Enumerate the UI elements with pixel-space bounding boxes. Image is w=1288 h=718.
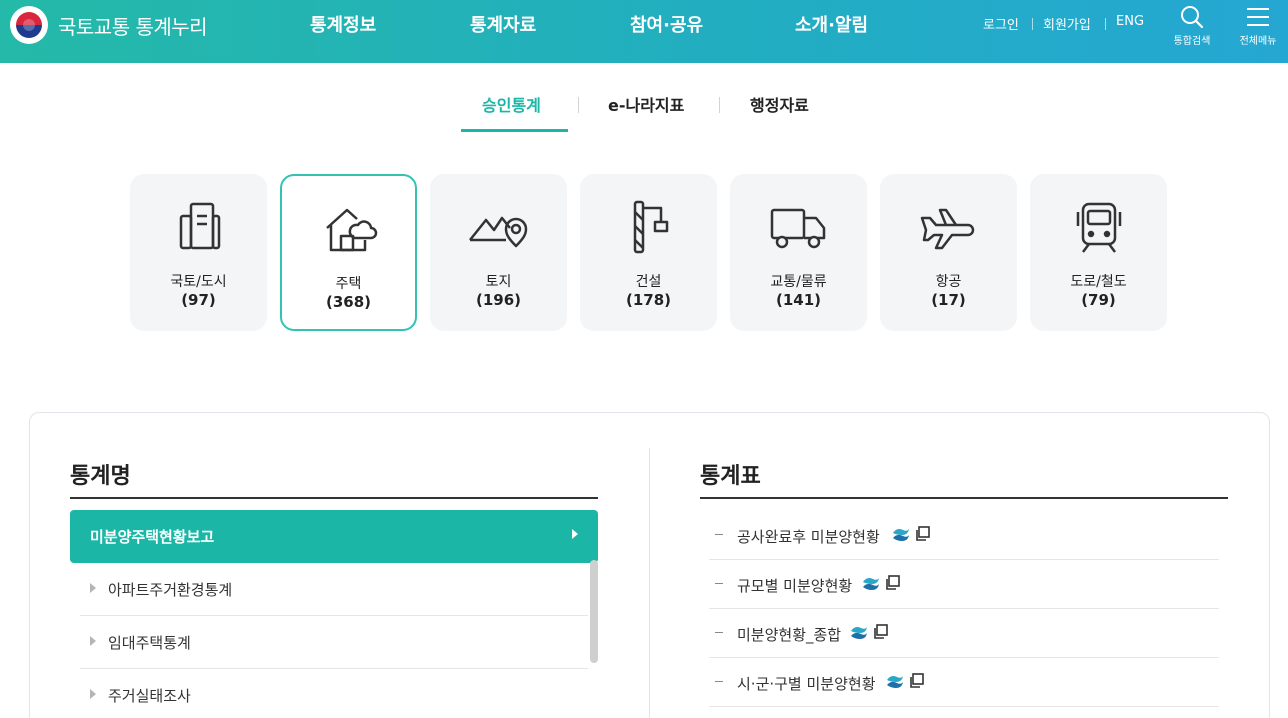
util-divider [1105,18,1106,30]
stat-table-heading: 통계표 [700,464,761,489]
government-emblem-icon [10,6,48,44]
stat-item[interactable]: 아파트주거환경통계 [80,563,588,616]
category-card-land[interactable]: 토지 (196) [430,174,567,331]
stat-item-label: 아파트주거환경통계 [108,581,233,599]
site-title: 국토교통 통계누리 [58,14,208,39]
menu-caption: 전체메뉴 [1239,36,1277,47]
category-count: (79) [1081,291,1116,309]
category-label: 도로/철도 [1070,274,1127,290]
category-label: 교통/물류 [770,274,827,290]
category-label: 주택 [335,276,362,292]
house-icon [325,208,377,252]
category-count: (368) [325,293,372,311]
table-item-label: 미분양현황_종합 [737,626,842,644]
category-label: 토지 [485,274,512,290]
table-list-item[interactable]: 미분양현황_종합 [709,609,1219,658]
caret-right-icon [90,583,96,593]
category-count: (141) [775,291,822,309]
dash-bullet [715,632,723,633]
search-caption: 통합검색 [1173,36,1211,47]
category-card-land-city[interactable]: 국토/도시 (97) [130,174,267,331]
integrated-search-button[interactable]: 통합검색 [1164,4,1220,47]
heading-underline [70,497,598,499]
copy-icon[interactable] [914,525,932,543]
tab-approved-stats[interactable]: 승인통계 [482,92,541,116]
table-item-label: 시·군·구별 미분양현황 [737,675,876,693]
category-card-transport-logistics[interactable]: 교통/물류 (141) [730,174,867,331]
nav-stat-data[interactable]: 통계자료 [470,11,536,37]
english-link[interactable]: ENG [1116,14,1144,29]
stat-item-label: 주거실태조사 [108,687,191,705]
crane-icon [633,200,668,254]
table-list-item[interactable]: 규모별 미분양현황 [709,560,1219,609]
airplane-icon [920,208,974,250]
table-list-item[interactable]: 시·군·구별 미분양현황 [709,658,1219,707]
table-list-item[interactable]: 공사완료후 미분양현황 [709,511,1219,560]
category-card-housing[interactable]: 주택 (368) [280,174,417,331]
category-card-road-rail[interactable]: 도로/철도 (79) [1030,174,1167,331]
caret-right-icon [90,636,96,646]
category-count: (97) [181,291,216,309]
truck-icon [770,208,825,249]
stats-link-icon[interactable] [891,525,911,543]
nav-intro-notice[interactable]: 소개·알림 [795,11,868,37]
stats-link-icon[interactable] [885,672,905,690]
util-divider [1032,18,1033,30]
active-tab-indicator [461,129,568,132]
train-icon [1076,202,1121,253]
category-label: 국토/도시 [170,274,227,290]
table-item-label: 공사완료후 미분양현황 [737,528,880,546]
site-header: 국토교통 통계누리 통계정보 통계자료 참여·공유 소개·알림 로그인 회원가입… [0,0,1288,63]
signup-link[interactable]: 회원가입 [1043,14,1091,33]
building-icon [179,202,220,250]
caret-right-icon [90,689,96,699]
stat-name-heading: 통계명 [70,464,131,489]
category-card-construction[interactable]: 건설 (178) [580,174,717,331]
dash-bullet [715,583,723,584]
login-link[interactable]: 로그인 [983,14,1019,33]
tab-divider [719,97,720,113]
stat-item-active[interactable]: 미분양주택현황보고 [70,510,598,563]
stat-list-scrollbar[interactable] [590,560,598,663]
nav-stat-info[interactable]: 통계정보 [310,11,376,37]
nav-participate-share[interactable]: 참여·공유 [630,11,703,37]
search-icon [1181,6,1204,29]
full-menu-button[interactable]: 전체메뉴 [1230,4,1286,47]
copy-icon[interactable] [908,672,926,690]
column-divider [649,448,650,718]
land-pin-icon [468,216,527,248]
dash-bullet [715,681,723,682]
copy-icon[interactable] [884,574,902,592]
stat-item[interactable]: 주거실태조사 [80,669,588,718]
tab-divider [578,97,579,113]
dash-bullet [715,534,723,535]
copy-icon[interactable] [872,623,890,641]
stats-link-icon[interactable] [849,623,869,641]
category-count: (178) [625,291,672,309]
heading-underline [700,497,1228,499]
stat-item-label: 임대주택통계 [108,634,191,652]
table-item-label: 규모별 미분양현황 [737,577,853,595]
tab-e-nara-index[interactable]: e-나라지표 [608,92,684,116]
hamburger-menu-icon [1247,8,1269,26]
stat-item-label: 미분양주택현황보고 [90,528,215,546]
category-card-aviation[interactable]: 항공 (17) [880,174,1017,331]
stats-link-icon[interactable] [861,574,881,592]
site-logo[interactable]: 국토교통 통계누리 [10,6,208,44]
arrow-right-icon [572,529,578,539]
category-count: (17) [931,291,966,309]
category-count: (196) [475,291,522,309]
tab-admin-data[interactable]: 행정자료 [750,92,809,116]
category-label: 항공 [935,274,962,290]
category-label: 건설 [635,274,662,290]
stat-item[interactable]: 임대주택통계 [80,616,588,669]
